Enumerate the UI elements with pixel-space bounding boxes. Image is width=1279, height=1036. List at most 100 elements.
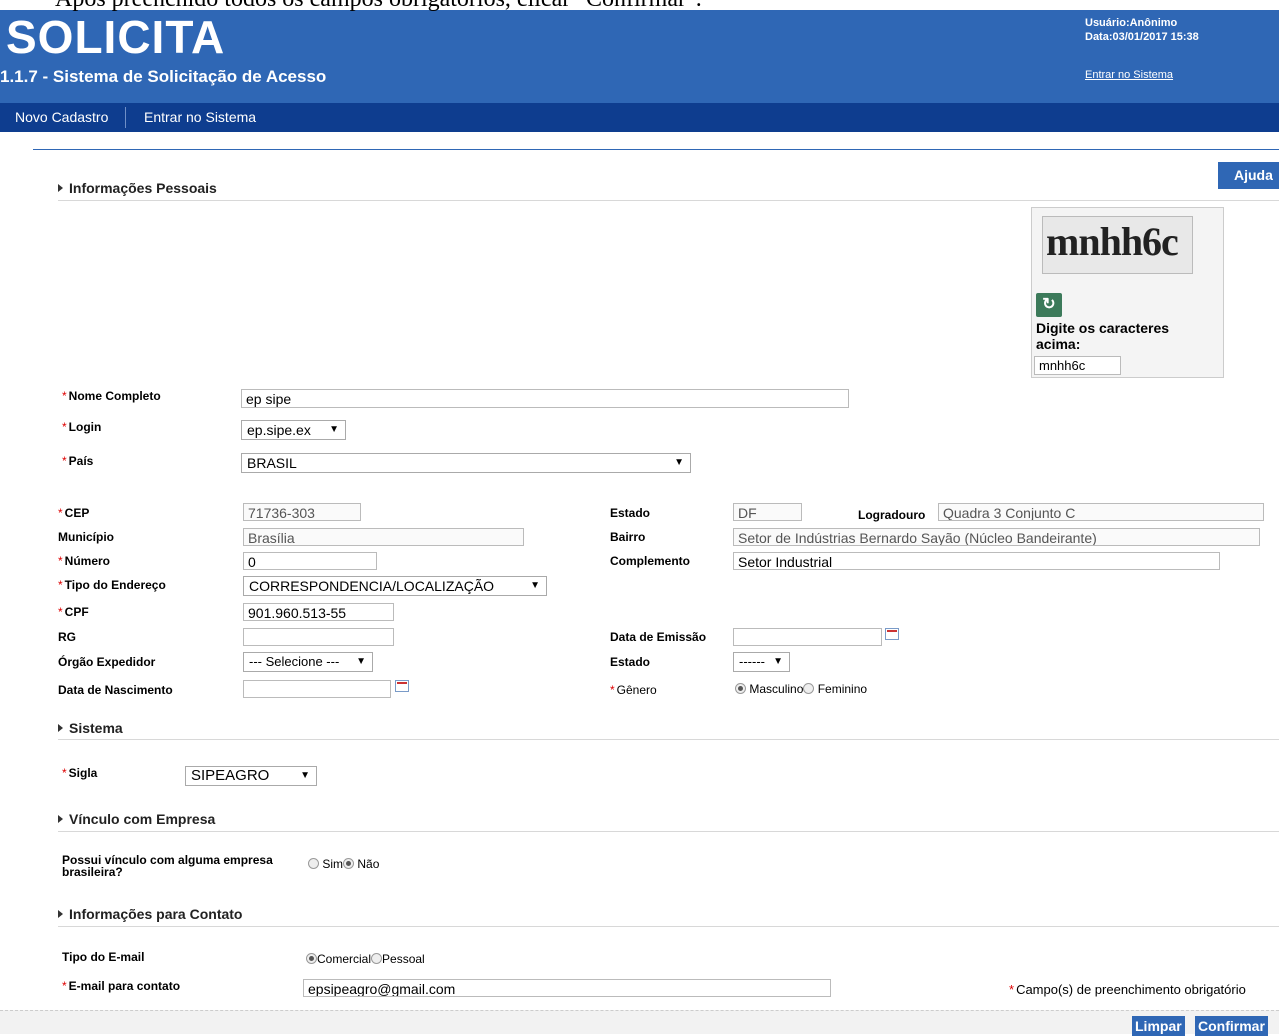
complemento-input[interactable]: Setor Industrial xyxy=(733,552,1220,570)
calendar-icon[interactable] xyxy=(395,680,409,692)
nascimento-label: Data de Nascimento xyxy=(58,683,173,697)
genero-feminino-radio[interactable] xyxy=(803,683,815,694)
caret-right-icon xyxy=(58,184,63,192)
dropdown-arrow-icon: ▼ xyxy=(674,457,684,468)
dropdown-arrow-icon: ▼ xyxy=(300,770,310,781)
section-title: Informações para Contato xyxy=(69,906,243,922)
label-text: Sigla xyxy=(68,766,98,780)
radio-label: Sim xyxy=(322,857,344,871)
required-mark: * xyxy=(58,554,63,568)
app-logo: SOLICITA xyxy=(6,11,226,63)
calendar-icon[interactable] xyxy=(885,628,899,640)
bairro-input[interactable]: Setor de Indústrias Bernardo Sayão (Núcl… xyxy=(733,528,1260,546)
help-button[interactable]: Ajuda xyxy=(1218,162,1279,189)
cep-input[interactable]: 71736-303 xyxy=(243,503,361,521)
cep-label: * CEP xyxy=(58,506,89,520)
genero-masculino-radio[interactable] xyxy=(735,683,746,694)
clear-button[interactable]: Limpar xyxy=(1132,1016,1185,1036)
tipo-email-comercial-radio[interactable] xyxy=(306,953,317,964)
section-personal: Informações Pessoais xyxy=(58,180,217,196)
required-mark: * xyxy=(62,454,67,468)
section-system: Sistema xyxy=(58,720,123,736)
required-mark: * xyxy=(58,506,63,520)
estado-emissor-label: Estado xyxy=(610,655,651,669)
tipo-email-label: Tipo do E-mail xyxy=(62,950,145,964)
section-company: Vínculo com Empresa xyxy=(58,811,215,827)
section-title: Informações Pessoais xyxy=(69,180,217,196)
required-mark: * xyxy=(62,979,67,993)
section-title: Vínculo com Empresa xyxy=(69,811,216,827)
menu-separator xyxy=(125,107,126,128)
label-text: CPF xyxy=(64,605,89,619)
enter-system-link[interactable]: Entrar no Sistema xyxy=(1085,69,1173,81)
required-mark: * xyxy=(62,420,67,434)
cpf-label: * CPF xyxy=(58,605,89,619)
radio-label: Pessoal xyxy=(382,952,425,966)
numero-label: * Número xyxy=(58,554,110,568)
label-text: E-mail para contato xyxy=(68,979,181,993)
municipio-label: Município xyxy=(58,530,114,544)
dropdown-arrow-icon: ▼ xyxy=(356,656,366,667)
orgao-select[interactable]: --- Selecione --- ▼ xyxy=(243,652,373,672)
dropdown-arrow-icon: ▼ xyxy=(773,656,783,667)
login-label: * Login xyxy=(62,420,101,434)
estado-emissor-select[interactable]: ------ ▼ xyxy=(733,652,790,672)
menu-item-novo-cadastro[interactable]: Novo Cadastro xyxy=(15,103,108,132)
label-text: Nome Completo xyxy=(68,389,161,403)
pais-select[interactable]: BRASIL ▼ xyxy=(241,453,691,473)
nome-input[interactable]: ep sipe xyxy=(241,389,849,408)
select-value: BRASIL xyxy=(247,455,297,471)
select-value: CORRESPONDENCIA/LOCALIZAÇÃO xyxy=(249,578,495,594)
dropdown-arrow-icon: ▼ xyxy=(530,580,540,591)
tipo-email-pessoal-radio[interactable] xyxy=(371,953,383,964)
section-contact: Informações para Contato xyxy=(58,906,242,922)
vinculo-sim-radio[interactable] xyxy=(308,858,319,869)
cpf-input[interactable]: 901.960.513-55 xyxy=(243,603,394,621)
radio-label: Não xyxy=(357,857,380,871)
municipio-input[interactable]: Brasília xyxy=(243,528,524,546)
label-text: Número xyxy=(64,554,111,568)
select-value: --- Selecione --- xyxy=(249,654,340,669)
required-mark: * xyxy=(58,605,63,619)
nascimento-input[interactable] xyxy=(243,680,391,698)
rg-input[interactable] xyxy=(243,628,394,646)
estado-input[interactable]: DF xyxy=(733,503,802,521)
logradouro-label: Logradouro xyxy=(858,508,926,522)
app-header: SOLICITA 1.1.7 - Sistema de Solicitação … xyxy=(0,10,1279,103)
numero-input[interactable]: 0 xyxy=(243,552,377,570)
label-text: Tipo do Endereço xyxy=(64,578,166,592)
refresh-captcha-button[interactable]: ↻ xyxy=(1036,293,1062,317)
label-text: CEP xyxy=(64,506,90,520)
captcha-image-text: mnhh6c xyxy=(1046,219,1179,264)
dropdown-arrow-icon: ▼ xyxy=(329,424,339,435)
required-mark: * xyxy=(62,766,67,780)
required-mark: * xyxy=(58,578,63,592)
select-value: ------ xyxy=(739,654,765,669)
genero-label: * Gênero xyxy=(610,683,657,697)
user-label: Usuário:Anônimo xyxy=(1085,17,1178,29)
refresh-icon: ↻ xyxy=(1042,296,1056,313)
menu-item-entrar[interactable]: Entrar no Sistema xyxy=(144,103,256,132)
email-label: * E-mail para contato xyxy=(62,979,180,993)
captcha-input[interactable]: mnhh6c xyxy=(1034,356,1121,375)
email-input[interactable]: epsipeagro@gmail.com xyxy=(303,979,831,997)
vinculo-nao-radio[interactable] xyxy=(343,858,355,869)
instruction-caption: Após preenchido todos os campos obrigató… xyxy=(55,0,702,13)
logradouro-input[interactable]: Quadra 3 Conjunto C xyxy=(938,503,1264,521)
tipo-endereco-select[interactable]: CORRESPONDENCIA/LOCALIZAÇÃO ▼ xyxy=(243,576,547,596)
note-text: Campo(s) de preenchimento obrigatório xyxy=(1016,982,1246,997)
bairro-label: Bairro xyxy=(610,530,646,544)
label-text: Gênero xyxy=(616,683,657,697)
data-emissao-input[interactable] xyxy=(733,628,882,646)
section-divider xyxy=(58,831,1279,832)
login-select[interactable]: ep.sipe.ex ▼ xyxy=(241,420,346,440)
label-text: País xyxy=(68,454,94,468)
tipo-endereco-label: * Tipo do Endereço xyxy=(58,578,166,592)
rg-label: RG xyxy=(58,630,76,644)
section-divider xyxy=(58,926,1279,927)
sigla-select[interactable]: SIPEAGRO ▼ xyxy=(185,766,317,786)
confirm-button[interactable]: Confirmar xyxy=(1195,1016,1268,1036)
required-note: * Campo(s) de preenchimento obrigatório xyxy=(1009,982,1246,997)
vinculo-question: Possui vínculo com alguma empresa brasil… xyxy=(62,853,273,879)
required-mark: * xyxy=(1009,982,1015,997)
